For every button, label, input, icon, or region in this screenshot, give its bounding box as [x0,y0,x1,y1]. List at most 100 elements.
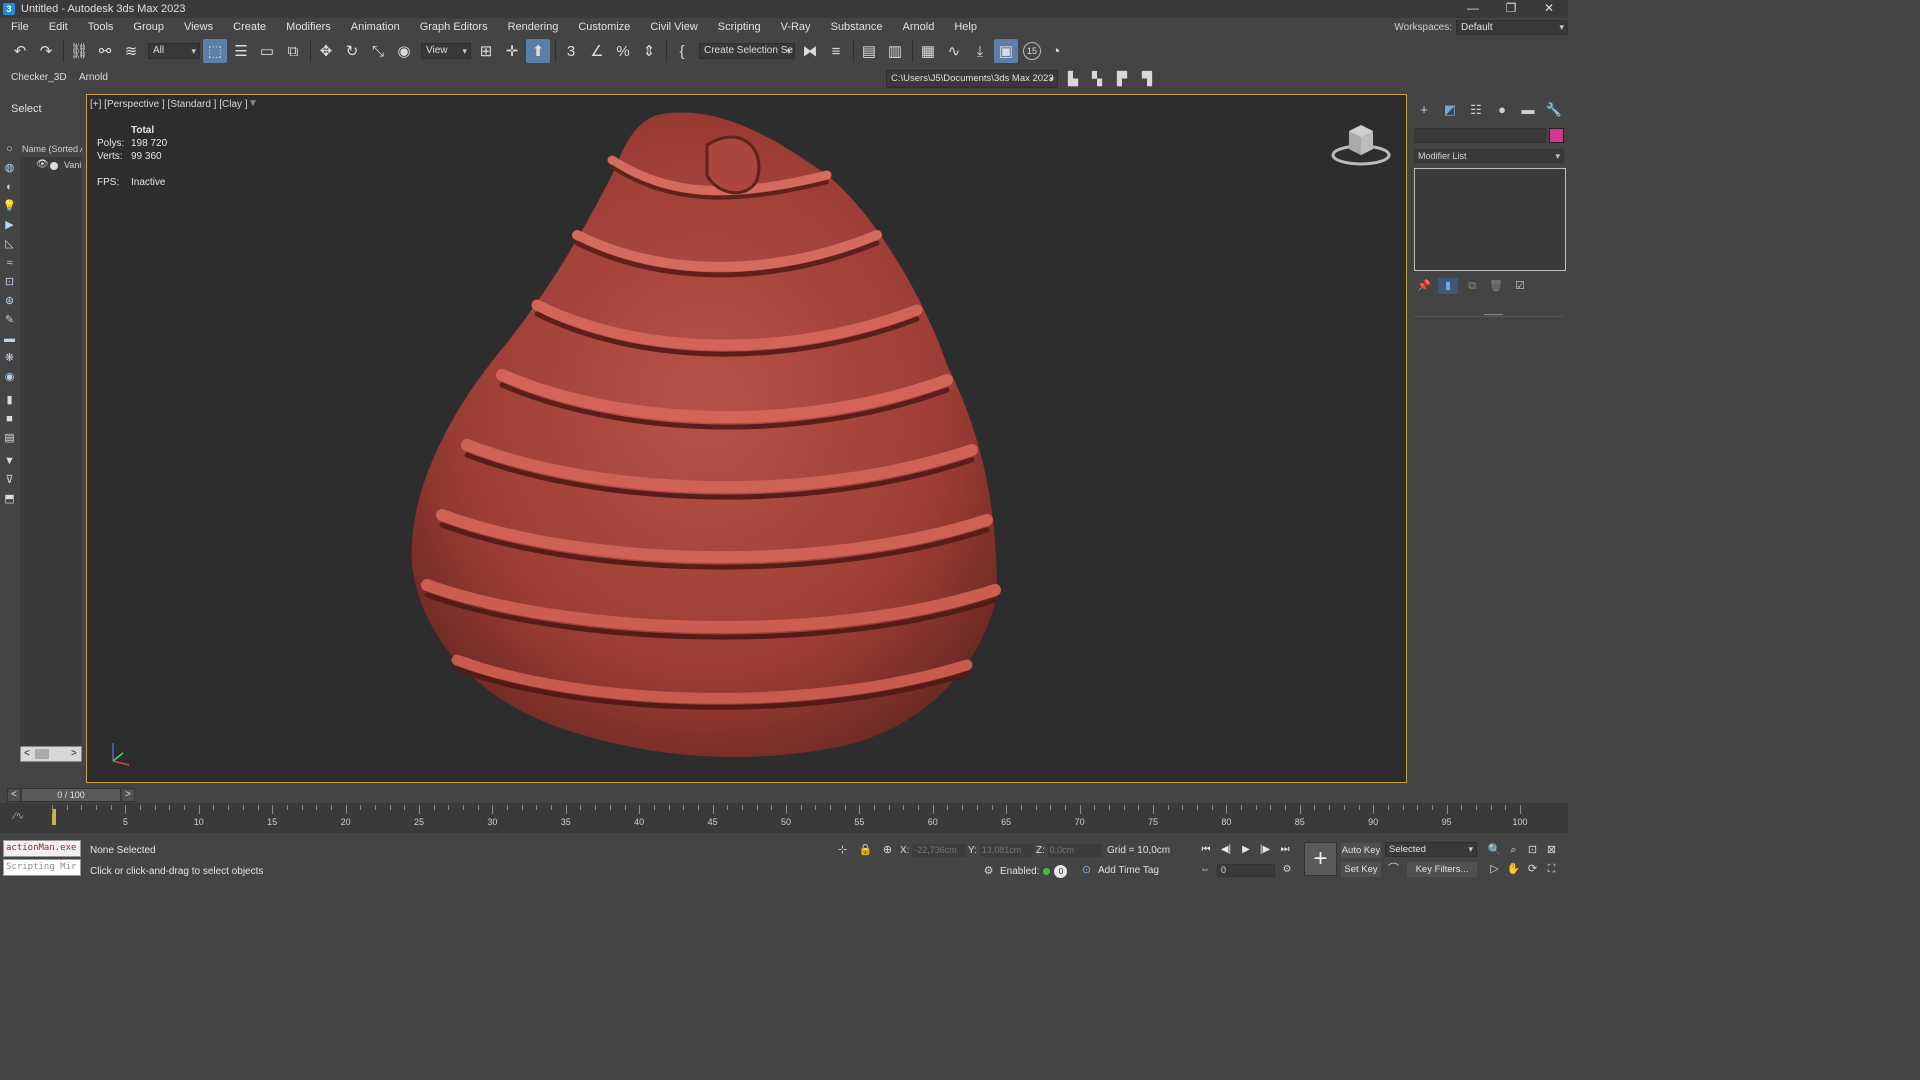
visibility-eye-icon[interactable]: 👁 [36,159,49,170]
modifier-list-dropdown[interactable]: Modifier List [1414,149,1564,163]
selection-lock-icon[interactable]: 🔒 [858,843,873,858]
menu-views[interactable]: Views [174,18,223,37]
absolute-mode-icon[interactable]: ⊕ [880,843,895,858]
scene-list[interactable] [20,142,82,762]
show-end-result-icon[interactable]: ▮ [1438,278,1458,294]
window-crossing-icon[interactable]: ⧉ [281,39,305,63]
project-path-dropdown[interactable]: C:\Users\J5\Documents\3ds Max 2023 [886,70,1058,88]
redo-icon[interactable]: ↷ [34,39,58,63]
find-filter-icon[interactable]: ⊽ [1,472,18,489]
display-cameras-icon[interactable]: ▶ [1,217,18,234]
menu-group[interactable]: Group [123,18,174,37]
isolate-selection-icon[interactable]: ⊹ [835,843,850,858]
viewport-label[interactable]: [+] [Perspective ] [Standard ] [Clay ] [90,99,248,110]
utilities-tab-icon[interactable]: 🔧 [1544,101,1564,119]
configure-modifier-sets-icon[interactable]: ☑ [1510,278,1530,294]
z-field[interactable]: 0,0cm [1047,844,1102,857]
y-field[interactable]: 13,081cm [979,844,1034,857]
auto-key-button[interactable]: Auto Key [1341,843,1381,858]
display-influences-icon[interactable]: ■ [1,411,18,428]
scroll-right-icon[interactable]: > [71,747,77,761]
scene-explorer-scrollbar[interactable]: < > [20,746,82,762]
display-dependents-icon[interactable]: ▤ [1,430,18,447]
menu-help[interactable]: Help [944,18,987,37]
add-time-tag[interactable]: ⊙ Add Time Tag [1079,863,1159,878]
play-icon[interactable]: ▶ [1238,843,1254,857]
zoom-extents-all-icon[interactable]: ⊠ [1544,843,1559,858]
next-frame-icon[interactable]: |▶ [1257,843,1273,857]
close-button[interactable]: ✕ [1530,0,1568,18]
scroll-left-icon[interactable]: < [24,747,30,761]
scene-explorer-title[interactable]: Select [11,103,42,115]
whipped-cream-mesh[interactable] [407,105,1007,765]
menu-create[interactable]: Create [223,18,276,37]
display-lights-icon[interactable]: 💡 [1,198,18,215]
display-tab-icon[interactable]: ▬ [1518,101,1538,119]
menu-graph-editors[interactable]: Graph Editors [410,18,498,37]
menu-rendering[interactable]: Rendering [498,18,569,37]
key-filters-button[interactable]: Key Filters... [1407,862,1477,877]
maxscript-output-line[interactable]: actionMan.exe [3,840,81,857]
snaps-toggle-icon[interactable]: 3 [559,39,583,63]
workspaces-dropdown[interactable]: Default [1456,20,1568,35]
menu-modifiers[interactable]: Modifiers [276,18,341,37]
menu-tools[interactable]: Tools [78,18,124,37]
project-folder-icon[interactable]: ▙ [1064,70,1082,88]
pan-view-icon[interactable]: ✋ [1506,862,1521,877]
select-and-place-icon[interactable]: ◉ [392,39,416,63]
orbit-icon[interactable]: ⟳ [1525,862,1540,877]
spinner-snap-icon[interactable]: ⇕ [637,39,661,63]
enabled-indicator-icon[interactable] [1043,868,1051,875]
bind-space-warp-icon[interactable]: ≋ [119,39,143,63]
menu-edit[interactable]: Edit [39,18,78,37]
restore-button[interactable]: ❐ [1492,0,1530,18]
enabled-badge[interactable]: 0 [1054,865,1068,878]
key-mode-toggle-icon[interactable]: ⇔ [1198,863,1212,877]
percent-snap-icon[interactable]: % [611,39,635,63]
menu-civil-view[interactable]: Civil View [640,18,707,37]
maxscript-listener[interactable]: actionMan.exe Scripting Mir [3,840,81,876]
track-bar[interactable]: ⁄∿ 5 10 15 20 25 30 35 40 45 50 55 60 65 70 75 80 85 90 95… [0,803,1568,833]
select-by-name-icon[interactable]: ☰ [229,39,253,63]
make-unique-icon[interactable]: ⧉ [1462,278,1482,294]
curve-editor-icon[interactable]: ∿ [942,39,966,63]
zoom-all-icon[interactable]: ⌕ [1506,843,1521,858]
zoom-extents-icon[interactable]: ⊡ [1525,843,1540,858]
display-children-icon[interactable]: ▮ [1,392,18,409]
menu-scripting[interactable]: Scripting [708,18,771,37]
render-frame-icon[interactable]: ◔ [1044,39,1068,63]
unlink-icon[interactable]: ⚯ [93,39,117,63]
scene-explorer-toggle-icon[interactable]: ▤ [857,39,881,63]
adaptive-degradation-icon[interactable]: ⚙ [981,864,996,879]
time-slider-prev[interactable]: < [8,789,20,801]
remove-modifier-icon[interactable]: 🗑 [1486,278,1506,294]
material-editor-icon[interactable]: ▣ [994,39,1018,63]
ribbon-tab-checker[interactable]: Checker_3D [11,72,67,83]
display-particles-icon[interactable]: ❋ [1,350,18,367]
manipulate-icon[interactable]: ✛ [500,39,524,63]
filter-icon[interactable]: ▼ [1,453,18,470]
maximize-viewport-icon[interactable]: ⛶ [1544,862,1559,877]
selection-filter-dropdown[interactable]: All [148,43,200,59]
time-slider-next[interactable]: > [122,789,134,801]
angle-snap-icon[interactable]: ∠ [585,39,609,63]
display-spacewarps-icon[interactable]: ≈ [1,255,18,272]
key-mode-dropdown[interactable]: Selected [1385,842,1477,857]
object-color-swatch[interactable] [1549,128,1564,143]
freeze-dot-icon[interactable] [50,162,58,170]
layer-icon[interactable]: ⬒ [1,491,18,508]
rectangular-selection-icon[interactable]: ▭ [255,39,279,63]
maxscript-input-line[interactable]: Scripting Mir [3,859,81,876]
display-containers-icon[interactable]: ▬ [1,331,18,348]
undo-icon[interactable]: ↶ [8,39,32,63]
hierarchy-tab-icon[interactable]: ☷ [1466,101,1486,119]
add-time-tag-label[interactable]: Add Time Tag [1098,865,1159,876]
schematic-view-icon[interactable]: ⤓ [968,39,992,63]
display-groups-icon[interactable]: ⊡ [1,274,18,291]
menu-file[interactable]: File [0,18,39,37]
x-field[interactable]: -22,736cm [912,844,967,857]
display-none-icon[interactable]: ○ [1,141,18,158]
go-to-start-icon[interactable]: ⏮ [1198,843,1214,857]
select-and-scale-icon[interactable]: ⤡ [366,39,390,63]
display-bones-icon[interactable]: ✎ [1,312,18,329]
